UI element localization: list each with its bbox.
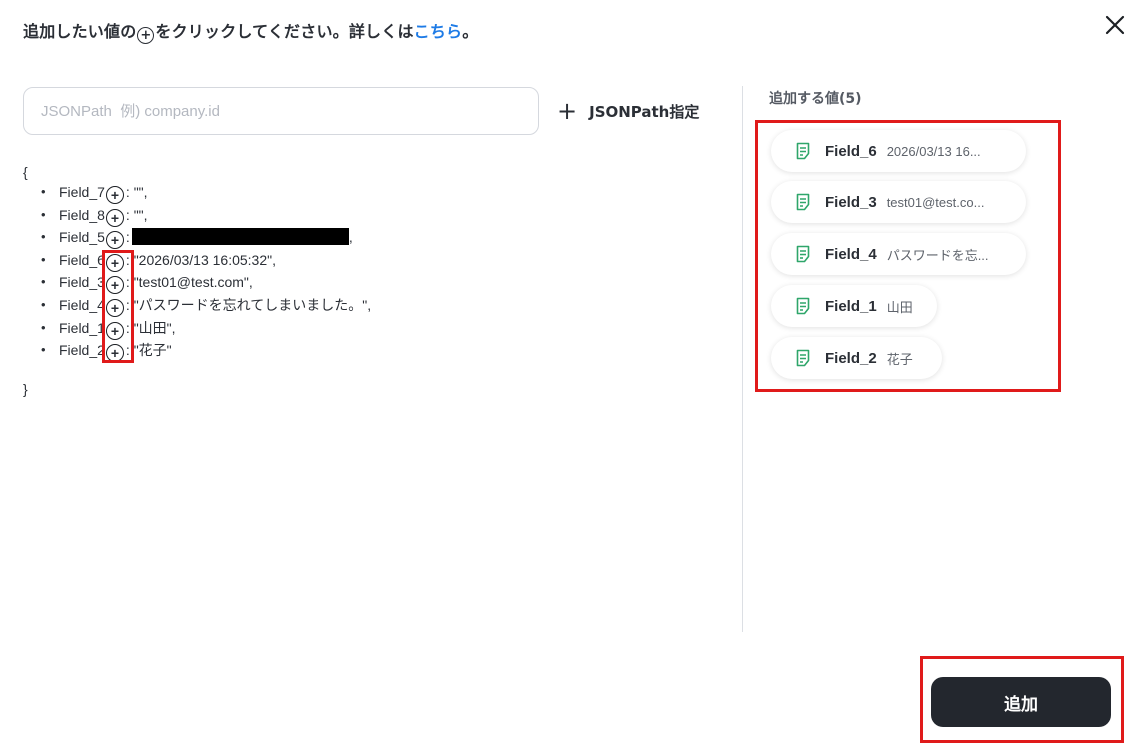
add-field-icon[interactable]: + — [105, 208, 124, 227]
added-value-chip[interactable]: Field_4 パスワードを忘... — [771, 233, 1026, 275]
added-value-name: Field_4 — [825, 245, 877, 263]
json-field-item: Field_8+: "", — [41, 204, 371, 227]
added-value-chip[interactable]: Field_2 花子 — [771, 337, 942, 379]
redacted-value — [131, 228, 349, 246]
json-field-item: Field_3+: "test01@test.com", — [41, 271, 371, 295]
json-field-key: Field_2 — [59, 342, 105, 359]
add-field-icon[interactable]: + — [105, 344, 124, 363]
json-field-key: Field_6 — [59, 251, 105, 268]
instruction-text-before: 追加したい値の — [23, 22, 137, 41]
plus-circle-icon: + — [137, 27, 155, 44]
added-value-text: test01@test.co... — [886, 194, 985, 210]
jsonpath-add-label: JSONPath指定 — [589, 102, 700, 121]
add-field-icon[interactable]: + — [105, 231, 124, 250]
added-value-text: 2026/03/13 16... — [886, 143, 981, 159]
json-field-key: Field_3 — [59, 274, 105, 291]
close-brace: } — [23, 380, 28, 397]
added-value-name: Field_6 — [825, 142, 877, 160]
json-field-value: : "", — [125, 206, 148, 223]
added-value-chip[interactable]: Field_1 山田 — [771, 285, 937, 327]
help-link[interactable]: こちら — [414, 22, 463, 41]
jsonpath-input[interactable] — [23, 87, 539, 135]
jsonpath-add-button[interactable]: + JSONPath指定 — [557, 98, 699, 124]
panel-divider — [742, 86, 743, 632]
json-field-item: Field_1+: "山田", — [41, 317, 371, 340]
added-value-chip[interactable]: Field_3 test01@test.co... — [771, 181, 1026, 223]
json-tree: { Field_7+: "",Field_8+: "",Field_5+:,Fi… — [23, 163, 371, 398]
json-field-list: Field_7+: "",Field_8+: "",Field_5+:,Fiel… — [41, 181, 371, 363]
instruction-text: 追加したい値の + をクリックしてください。詳しくはこちら。 — [23, 18, 478, 44]
json-field-value: : "2026/03/13 16:05:32", — [125, 251, 276, 268]
plus-icon: + — [557, 97, 578, 125]
json-field-value: : "", — [125, 184, 148, 200]
field-icon — [795, 297, 811, 315]
field-icon — [795, 193, 811, 211]
json-field-value: : "test01@test.com", — [125, 274, 253, 291]
field-icon — [795, 245, 811, 263]
added-value-text: パスワードを忘... — [886, 247, 989, 263]
field-icon — [795, 349, 811, 367]
json-field-key: Field_4 — [59, 296, 105, 313]
json-field-value: : "花子" — [125, 342, 172, 359]
json-field-item: Field_2+: "花子" — [41, 339, 371, 363]
json-field-item: Field_7+: "", — [41, 181, 371, 204]
json-field-item: Field_6+: "2026/03/13 16:05:32", — [41, 249, 371, 272]
add-field-icon[interactable]: + — [105, 321, 124, 340]
added-value-name: Field_1 — [825, 297, 877, 315]
close-icon[interactable] — [1104, 14, 1125, 36]
add-field-icon[interactable]: + — [105, 186, 124, 204]
added-value-name: Field_3 — [825, 193, 877, 211]
added-value-text: 花子 — [886, 351, 913, 367]
json-field-key: Field_5 — [59, 229, 105, 246]
add-field-icon[interactable]: + — [105, 253, 124, 272]
json-field-key: Field_7 — [59, 184, 105, 200]
json-field-trail: , — [348, 229, 353, 246]
field-icon — [795, 142, 811, 160]
instruction-text-end: 。 — [462, 22, 479, 41]
added-value-chip[interactable]: Field_6 2026/03/13 16... — [771, 130, 1026, 172]
add-field-icon[interactable]: + — [105, 276, 124, 295]
json-field-key: Field_1 — [59, 319, 105, 336]
json-field-value: : "山田", — [125, 319, 176, 336]
json-field-key: Field_8 — [59, 206, 105, 223]
json-field-value: : "パスワードを忘れてしまいました。", — [125, 296, 372, 313]
added-value-name: Field_2 — [825, 349, 877, 367]
instruction-text-after: をクリックしてください。詳しくは — [155, 22, 414, 41]
add-button[interactable]: 追加 — [931, 677, 1111, 727]
json-field-value: : — [125, 229, 130, 246]
json-field-item: Field_5+:, — [41, 226, 371, 250]
added-value-text: 山田 — [886, 299, 913, 315]
add-field-icon[interactable]: + — [105, 298, 124, 317]
added-values-title: 追加する値(5) — [769, 91, 862, 107]
json-field-item: Field_4+: "パスワードを忘れてしまいました。", — [41, 294, 371, 317]
open-brace: { — [23, 164, 28, 180]
